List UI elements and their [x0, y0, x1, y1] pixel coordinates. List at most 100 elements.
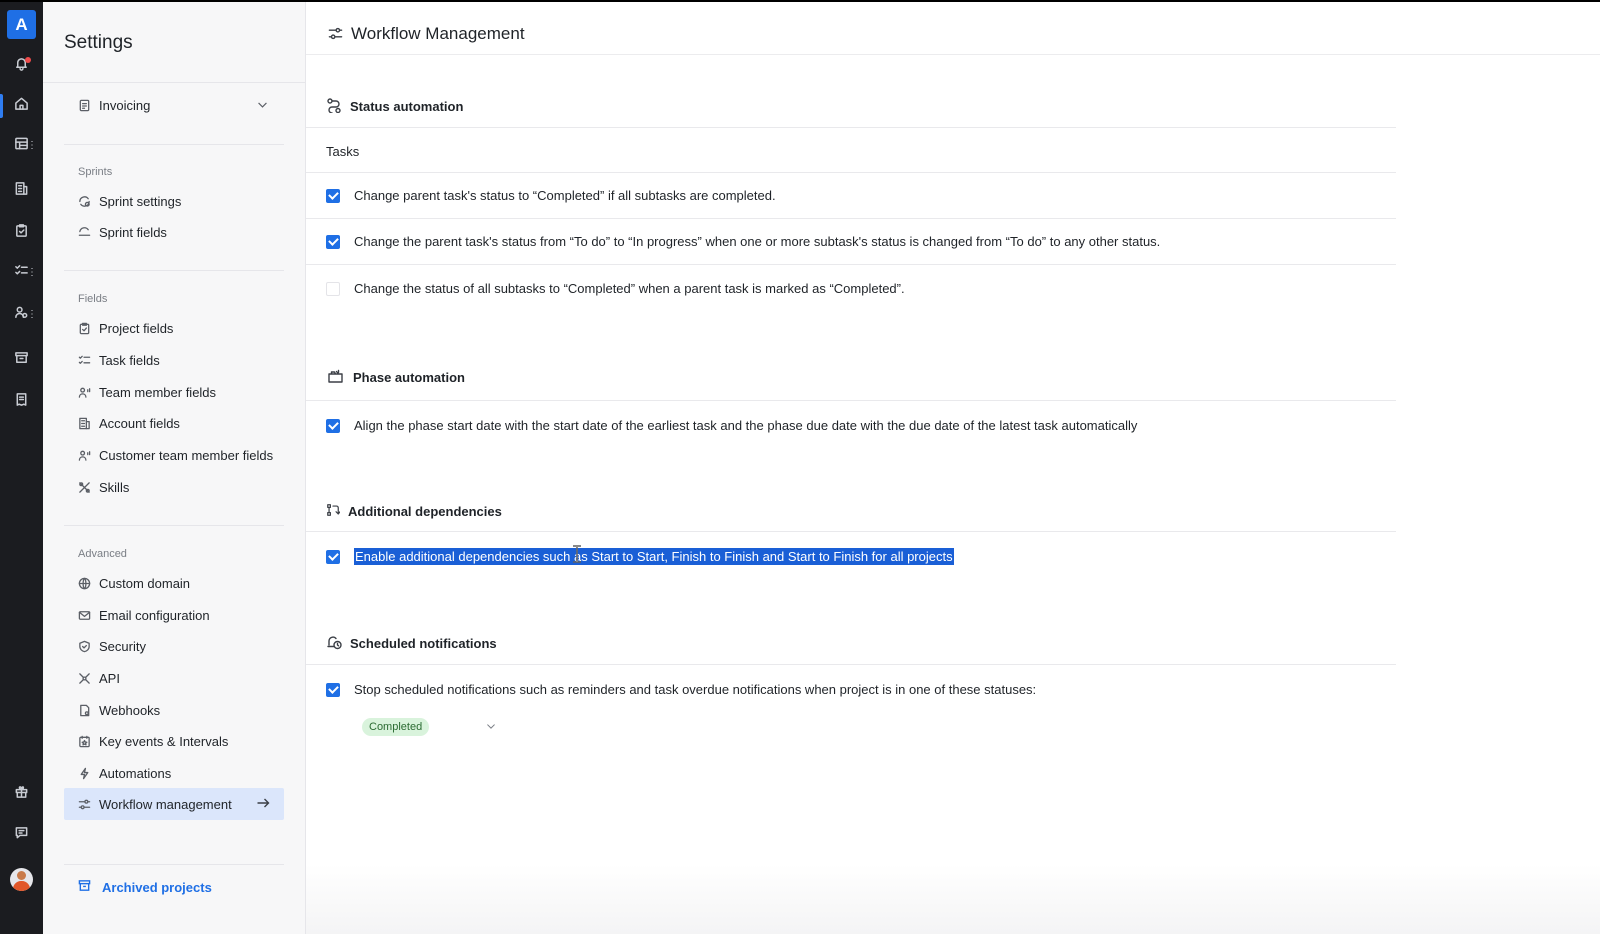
section-title-text: Additional dependencies — [348, 504, 502, 519]
archived-projects-link[interactable]: Archived projects — [78, 879, 212, 895]
text-cursor-icon — [573, 545, 581, 563]
archive-icon — [78, 879, 102, 895]
invoices-button[interactable] — [0, 387, 43, 417]
calendar-star-icon — [78, 735, 91, 748]
sidebar-item-workflow-management[interactable]: Workflow management — [64, 788, 284, 820]
more-dots-icon[interactable]: ⋮ — [27, 268, 37, 278]
settings-sidebar: Settings Invoicing Sprints Sprint settin… — [43, 2, 306, 934]
sidebar-item-customer-team-member-fields[interactable]: Customer team member fields — [64, 439, 284, 471]
chevron-down-icon[interactable] — [257, 98, 268, 113]
notifications-button[interactable] — [0, 51, 43, 81]
sidebar-item-label: Webhooks — [99, 702, 161, 718]
sidebar-item-account-fields[interactable]: Account fields — [64, 407, 284, 439]
option-label: Change the parent task's status from “To… — [354, 234, 1161, 249]
sidebar-item-api[interactable]: API — [64, 662, 284, 694]
sidebar-item-skills[interactable]: Skills — [64, 471, 284, 503]
phase-icon — [326, 368, 353, 387]
sidebar-item-sprint-fields[interactable]: Sprint fields — [64, 216, 284, 248]
gift-icon — [14, 784, 29, 804]
mail-icon — [78, 609, 91, 622]
section-title-phase-automation: Phase automation — [326, 368, 465, 387]
sidebar-item-team-member-fields[interactable]: Team member fields — [64, 376, 284, 408]
sidebar-item-sprint-settings[interactable]: Sprint settings — [64, 185, 284, 217]
notification-dot — [25, 57, 31, 63]
divider — [64, 864, 284, 865]
tasks-button[interactable] — [0, 218, 43, 248]
sidebar-item-label: API — [99, 670, 120, 686]
checkbox-stop-notifications[interactable] — [326, 682, 340, 697]
webhook-icon — [78, 704, 91, 717]
option-label: Stop scheduled notifications such as rem… — [354, 682, 1037, 697]
sidebar-item-project-fields[interactable]: Project fields — [64, 312, 284, 344]
status-select[interactable]: Completed — [362, 718, 496, 736]
page-header: Workflow Management — [306, 2, 1600, 55]
globe-icon — [78, 577, 91, 590]
divider — [64, 525, 284, 526]
divider — [64, 270, 284, 271]
home-icon — [14, 96, 29, 116]
page-title: Workflow Management — [351, 24, 525, 43]
bell-clock-icon — [326, 634, 350, 653]
home-button[interactable] — [0, 91, 43, 121]
chat-icon — [14, 825, 29, 845]
dependencies-icon — [326, 502, 348, 521]
option-row: Change the status of all subtasks to “Co… — [326, 281, 905, 296]
building-icon — [14, 181, 29, 201]
lightning-icon — [78, 767, 91, 780]
app-window: A ⋮ ⋮ ⋮ Settings Invoicing Sprints Sprin… — [0, 2, 1600, 934]
people-button[interactable]: ⋮ — [0, 300, 43, 330]
section-label-sprints: Sprints — [78, 166, 113, 178]
sidebar-item-security[interactable]: Security — [64, 630, 284, 662]
option-row: Change the parent task's status from “To… — [326, 234, 1160, 249]
sidebar-item-label: Key events & Intervals — [99, 733, 229, 749]
archive-button[interactable] — [0, 345, 43, 375]
option-row: Stop scheduled notifications such as rem… — [326, 682, 1036, 697]
arrow-right-icon — [256, 796, 270, 813]
clipboard-icon — [78, 322, 91, 335]
sidebar-item-automations[interactable]: Automations — [64, 757, 284, 789]
app-logo[interactable]: A — [7, 10, 36, 39]
settings-title: Settings — [64, 32, 133, 53]
section-title-scheduled-notifications: Scheduled notifications — [326, 634, 497, 653]
section-title-text: Status automation — [350, 99, 464, 114]
divider — [306, 531, 1396, 532]
sidebar-item-label: Security — [99, 638, 146, 654]
building-icon — [78, 417, 91, 430]
sidebar-item-label: Skills — [99, 479, 130, 495]
checklist-button[interactable]: ⋮ — [0, 258, 43, 288]
whats-new-button[interactable] — [0, 779, 43, 809]
tasks-label: Tasks — [326, 144, 360, 159]
checkbox-parent-completed[interactable] — [326, 188, 340, 203]
sidebar-item-key-events[interactable]: Key events & Intervals — [64, 725, 284, 757]
divider — [306, 400, 1396, 401]
sprint-gear-icon — [78, 195, 91, 208]
user-avatar[interactable] — [10, 868, 33, 891]
sidebar-item-label: Project fields — [99, 320, 174, 336]
more-dots-icon[interactable]: ⋮ — [27, 141, 37, 151]
sidebar-item-webhooks[interactable]: Webhooks — [64, 694, 284, 726]
checkbox-additional-dependencies[interactable] — [326, 549, 340, 564]
sidebar-item-invoicing[interactable]: Invoicing — [64, 89, 284, 121]
skills-icon — [78, 481, 91, 494]
checkbox-subtasks-completed[interactable] — [326, 281, 340, 296]
accounts-button[interactable] — [0, 176, 43, 206]
archive-icon — [14, 350, 29, 370]
divider — [43, 82, 306, 83]
receipt-icon — [14, 392, 29, 412]
section-label-advanced: Advanced — [78, 548, 127, 560]
option-label-selected: Enable additional dependencies such as S… — [354, 548, 954, 565]
chat-button[interactable] — [0, 820, 43, 850]
chevron-down-icon[interactable] — [486, 718, 496, 736]
more-dots-icon[interactable]: ⋮ — [27, 310, 37, 320]
checkbox-parent-in-progress[interactable] — [326, 234, 340, 249]
projects-button[interactable]: ⋮ — [0, 131, 43, 161]
sidebar-item-custom-domain[interactable]: Custom domain — [64, 567, 284, 599]
sidebar-item-label: Account fields — [99, 415, 180, 431]
option-label: Change parent task's status to “Complete… — [354, 188, 776, 203]
api-icon — [78, 672, 91, 685]
sidebar-item-task-fields[interactable]: Task fields — [64, 344, 284, 376]
sidebar-item-email-configuration[interactable]: Email configuration — [64, 599, 284, 631]
checkbox-align-phase-dates[interactable] — [326, 418, 340, 433]
option-row: Align the phase start date with the star… — [326, 418, 1137, 433]
sidebar-item-label: Team member fields — [99, 384, 217, 400]
